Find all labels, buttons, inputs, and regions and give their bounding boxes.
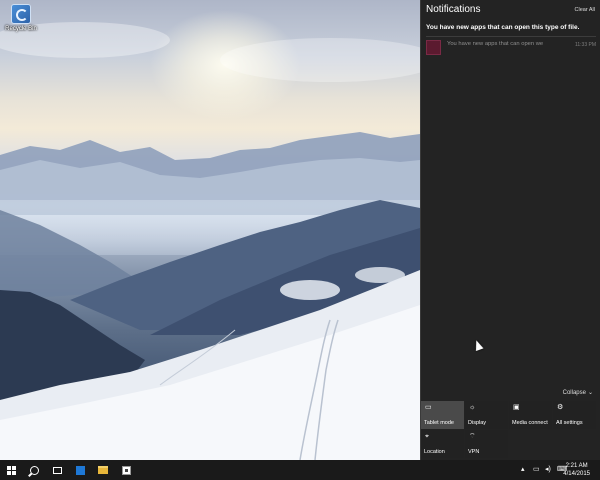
clock-time: 2:21 AM [565,463,588,469]
quick-action-location[interactable]: ⌖ Location [421,430,464,458]
chevron-up-icon[interactable]: ▴ [521,465,525,473]
windows-logo-icon [6,465,16,475]
clock-date: 4/14/2015 [563,471,590,477]
quick-action-vpn[interactable]: ⌔ VPN [465,430,508,458]
network-icon[interactable]: ▭ [533,465,540,473]
taskbar-file-explorer-button[interactable] [92,460,114,480]
gear-icon: ⚙ [557,404,564,411]
collapse-label: Collapse [562,390,586,396]
clear-all-button[interactable]: Clear All [575,7,595,13]
quick-action-label: Display [468,420,487,426]
action-center-panel: Notifications Clear All You have new app… [420,0,600,460]
media-connect-icon: ▣ [513,404,520,411]
quick-action-label: Location [424,449,445,455]
action-center-header: Notifications Clear All [421,0,600,18]
chevron-down-icon: ⌄ [587,390,593,396]
quick-action-label: Tablet mode [424,420,454,426]
search-button[interactable] [23,460,45,480]
vpn-icon: ⌔ [469,433,476,440]
desktop-icon-recycle-bin[interactable]: Recycle Bin [3,4,39,32]
tablet-icon: ▭ [425,404,432,411]
quick-action-display[interactable]: ☼ Display [465,401,508,429]
task-view-button[interactable] [46,460,68,480]
collapse-button[interactable]: Collapse ⌄ [563,389,593,396]
notification-item[interactable]: You have new apps that can open we 11:33… [426,38,596,58]
quick-action-label: Media connect [512,420,548,426]
folder-icon [98,466,108,474]
search-icon [29,465,39,475]
taskbar: ▴ ▭ ◂) ⌨ 2:21 AM 4/14/2015 [0,460,600,480]
desktop-icon-label: Recycle Bin [5,26,37,32]
taskbar-clock[interactable]: 2:21 AM 4/14/2015 [563,462,590,478]
volume-icon[interactable]: ◂) [545,465,551,473]
recycle-bin-icon [11,4,31,24]
notification-divider [426,36,596,37]
action-center-button[interactable] [592,464,600,474]
desktop-screen: Recycle Bin Notifications Clear All You … [0,0,600,480]
wallpaper-mountains [0,22,420,460]
store-app-icon [426,40,441,55]
display-icon: ☼ [469,404,476,411]
quick-action-tablet-mode[interactable]: ▭ Tablet mode [421,401,464,429]
start-button[interactable] [0,460,22,480]
desktop-wallpaper [0,0,420,460]
quick-action-media-connect[interactable]: ▣ Media connect [509,401,552,429]
taskbar-store-button[interactable] [69,460,91,480]
quick-action-all-settings[interactable]: ⚙ All settings [553,401,596,429]
task-view-icon [52,466,62,474]
quick-action-label: All settings [556,420,583,426]
location-icon: ⌖ [425,433,429,440]
taskbar-app-button[interactable] [115,460,137,480]
notification-time: 11:33 PM [574,42,596,48]
notification-group-title: You have new apps that can open this typ… [426,24,580,31]
action-center-title: Notifications [426,4,481,15]
notification-text: You have new apps that can open we [447,41,544,47]
app-window-icon [121,465,131,475]
store-icon [75,465,85,475]
quick-action-label: VPN [468,449,480,455]
